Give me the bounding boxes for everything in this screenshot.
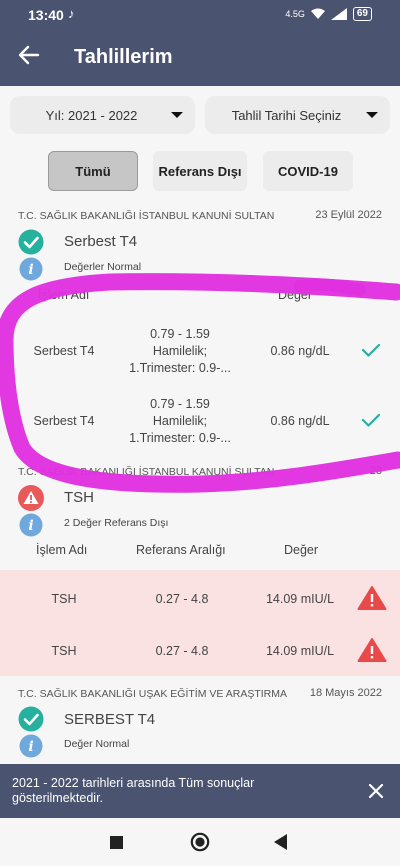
column-header-name: İşlem Adı [36,543,88,557]
year-dropdown[interactable]: Yıl: 2021 - 2022 [10,96,195,134]
close-icon[interactable] [366,781,386,801]
row-value: 14.09 mIU/L [265,644,335,658]
status-bar: 13:40 ♪ 4.5G 69 [0,0,400,30]
info-icon[interactable]: i [19,513,43,537]
row-value: 0.86 ng/dL [270,414,330,428]
institution-name: T.C. SAĞLIK BAKANLIĞI İSTANBUL KANUNİ SU… [18,466,275,478]
toast-message: 2021 - 2022 tarihleri arasında Tüm sonuç… [12,776,255,805]
svg-text:i: i [28,739,33,755]
check-circle-icon [18,706,44,732]
column-header-value: Değer [278,288,313,302]
chevron-down-icon [366,112,378,118]
battery-icon: 69 [352,7,372,21]
svg-text:i: i [28,262,33,278]
test-name: SERBEST T4 [64,711,156,728]
institution-name: T.C. SAĞLIK BAKANLIĞI UŞAK EĞİTİM VE ARA… [18,688,287,700]
row-test-name: Serbest T4 [33,414,95,428]
row-test-name: TSH [51,592,77,606]
svg-text:i: i [28,518,33,534]
column-header-name: İşlem Adı [38,288,90,302]
result-status: 2 Değer Referans Dışı [64,517,169,529]
date-dropdown-label: Tahlil Tarihi Seçiniz [231,107,342,123]
row-range-line-1: 0.79 - 1.59 [150,327,210,341]
row-range-line-2: Hamilelik; [152,344,208,358]
result-date: 18 Mayıs 2022 [309,687,382,699]
page-title: Tahlillerim [74,46,173,68]
tab-out-of-reference[interactable]: Referans Dışı [153,151,247,191]
info-icon[interactable]: i [19,734,43,758]
app-bar: Tahlillerim [0,30,400,86]
row-test-name: TSH [51,644,77,658]
column-header-range: Referans Aralığı [136,543,226,557]
wifi-icon [310,8,325,19]
warning-triangle-icon [357,638,387,662]
year-dropdown-label: Yıl: 2021 - 2022 [45,107,138,123]
row-range: 0.27 - 4.8 [155,644,209,658]
status-icons: 4.5G 69 [285,7,372,21]
row-range-line-3: 1.Trimester: 0.9-... [129,361,231,375]
tiktok-notification-icon: ♪ [68,6,75,21]
row-value: 0.86 ng/dL [270,344,330,358]
institution-name: T.C. SAĞLIK BAKANLIĞI İSTANBUL KANUNİ SU… [18,210,275,222]
test-name: Serbest T4 [64,233,138,250]
row-value: 14.09 mIU/L [265,592,335,606]
row-range-line-3: 1.Trimester: 0.9-... [129,431,231,445]
home-circle-icon[interactable] [190,832,210,852]
info-toast: 2021 - 2022 tarihleri arasında Tüm sonuç… [0,764,400,818]
check-icon [361,413,381,427]
signal-label: 4.5G [285,9,305,19]
status-time: 13:40 [28,7,64,23]
tab-covid[interactable]: COVID-19 [263,151,353,191]
back-arrow-icon[interactable] [18,44,40,66]
test-name: TSH [64,489,94,506]
system-nav-bar [0,818,400,866]
row-test-name: Serbest T4 [33,344,95,358]
warning-icon [18,485,44,511]
back-triangle-icon[interactable] [274,834,288,850]
recents-square-icon[interactable] [110,836,123,849]
row-range-line-1: 0.79 - 1.59 [150,397,210,411]
info-icon[interactable]: i [19,257,43,281]
result-status: Değerler Normal [64,261,142,273]
signal-bars-icon [330,8,347,20]
tab-all[interactable]: Tümü [48,151,138,191]
result-status: Değer Normal [64,738,130,750]
row-range: 0.27 - 4.8 [155,592,209,606]
result-date: 23 Eylül 2022 [315,209,382,221]
check-icon [361,343,381,357]
date-dropdown[interactable]: Tahlil Tarihi Seçiniz [205,96,390,134]
chevron-down-icon [171,112,183,118]
warning-triangle-icon [357,586,387,610]
out-of-range-band [0,570,400,676]
row-range-line-2: Hamilelik; [152,414,208,428]
column-header-value: Değer [284,543,319,557]
result-date: 23 [369,465,382,477]
check-circle-icon [18,229,44,255]
